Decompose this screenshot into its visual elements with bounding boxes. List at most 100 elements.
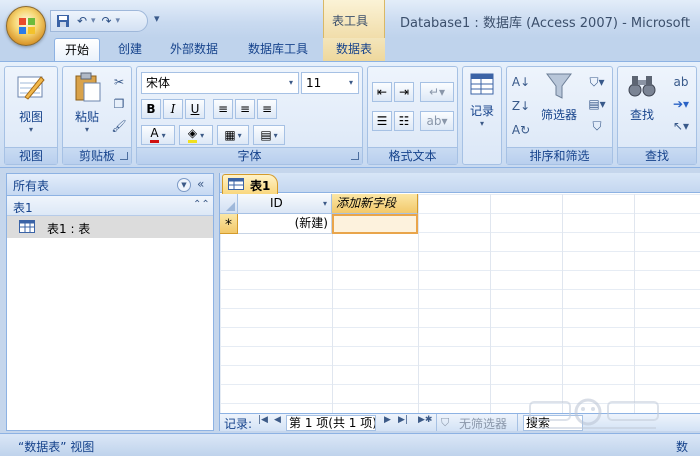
italic-button[interactable]: I [163,99,183,119]
save-icon[interactable] [55,13,71,29]
first-record-icon[interactable]: |◀ [258,415,268,425]
records-button[interactable]: 记录 ▾ [465,71,499,128]
nav-pane-header[interactable]: 所有表 ▼ « [7,174,213,196]
font-color-button[interactable]: A ▾ [141,125,175,145]
font-size-dropdown-icon[interactable]: ▾ [344,73,358,93]
ribbon: 视图 ▾ 视图 粘贴 ▾ ✂ ❐ 🖌 剪贴板 宋体 ▾ 11 ▾ B I U ≡… [0,61,700,168]
find-button[interactable]: 查找 [622,71,662,123]
goto-icon[interactable]: ➔▾ [670,95,692,113]
bold-button[interactable]: B [141,99,161,119]
navigation-pane: 所有表 ▼ « 表1 ⌃⌃ 表1 : 表 [6,173,214,431]
tab-create[interactable]: 创建 [108,38,152,62]
record-navigator-label: 记录: [224,417,253,431]
group-views: 视图 ▾ 视图 [4,66,58,165]
numbering-icon[interactable]: ☷ [394,111,414,131]
view-button-label: 视图 [18,110,43,124]
filter-indicator-label: 无筛选器 [459,417,508,431]
column-header-id[interactable]: ID ▾ [238,194,332,214]
select-icon[interactable]: ↖▾ [670,117,692,135]
format-painter-icon[interactable]: 🖌 [110,117,128,135]
filter-indicator[interactable]: ⛉ 无筛选器 [436,414,518,431]
redo-dropdown-icon[interactable]: ▾ [116,16,121,26]
binoculars-icon [628,76,656,97]
copy-icon[interactable]: ❐ [110,95,128,113]
grid-line [490,194,491,413]
office-logo-icon [19,18,35,34]
last-record-icon[interactable]: ▶| [398,415,408,425]
previous-record-icon[interactable]: ◀ [274,415,281,425]
status-view-label: “数据表” 视图 [18,440,95,454]
highlight-icon[interactable]: ab▾ [420,111,454,131]
toggle-filter-icon[interactable]: ⛉ [585,117,609,135]
group-sort-filter: A↓ Z↓ A↻ 筛选器 ⛉▾ ▤▾ ⛉ 排序和筛选 [506,66,613,165]
sort-descending-icon[interactable]: Z↓ [511,97,531,115]
clipboard-launcher-icon[interactable] [120,152,128,160]
bullets-icon[interactable]: ☰ [372,111,392,131]
nav-group-header[interactable]: 表1 ⌃⌃ [7,196,213,216]
font-size-combo[interactable]: 11 ▾ [301,72,359,94]
replace-icon[interactable]: ab [670,73,692,91]
tab-external-data[interactable]: 外部数据 [160,38,228,62]
next-record-icon[interactable]: ▶ [384,415,391,425]
decrease-indent-icon[interactable]: ⇤ [372,82,392,102]
tab-home[interactable]: 开始 [54,38,100,62]
increase-indent-icon[interactable]: ⇥ [394,82,414,102]
alt-fill-button[interactable]: ▤ ▾ [253,125,285,145]
font-size-value: 11 [306,76,322,90]
font-name-value: 宋体 [146,76,171,90]
gridlines-button[interactable]: ▦ ▾ [217,125,249,145]
nav-pane-menu-icon[interactable]: ▼ [177,178,191,192]
tab-database-tools[interactable]: 数据库工具 [238,38,318,62]
font-name-dropdown-icon[interactable]: ▾ [284,73,298,93]
group-font-label: 字体 [137,147,362,164]
align-center-icon[interactable]: ≡ [235,99,255,119]
filter-icon [546,73,572,99]
column-dropdown-icon[interactable]: ▾ [323,194,327,213]
undo-dropdown-icon[interactable]: ▾ [91,16,96,26]
select-all-corner[interactable] [220,194,238,214]
clear-sort-icon[interactable]: A↻ [511,121,531,139]
column-header-id-label: ID [270,196,283,210]
font-color-icon: A [150,127,159,143]
nav-pane-collapse-icon[interactable]: « [197,177,204,191]
text-direction-icon[interactable]: ↵▾ [420,82,454,102]
paste-button[interactable]: 粘贴 ▾ [67,71,107,134]
document-tab-label: 表1 [250,179,271,193]
ribbon-tabs: 开始 创建 外部数据 数据库工具 数据表 [0,38,700,62]
view-button[interactable]: 视图 ▾ [11,71,51,134]
font-name-combo[interactable]: 宋体 ▾ [141,72,299,94]
nav-group-collapse-icon[interactable]: ⌃⌃ [193,199,210,210]
align-left-icon[interactable]: ≡ [213,99,233,119]
grid-line [634,194,635,413]
new-row-selector[interactable]: * [220,214,238,234]
datasheet-grid[interactable]: ID ▾ 添加新字段 * (新建) [220,194,700,413]
new-row-id-cell[interactable]: (新建) [238,214,332,234]
search-input[interactable]: 搜索 [523,415,583,431]
cut-icon[interactable]: ✂ [110,73,128,91]
advanced-filter-icon[interactable]: ▤▾ [585,95,609,113]
undo-icon[interactable]: ↶ [74,13,90,29]
new-record-icon[interactable]: ▶✱ [418,415,432,425]
current-record-field[interactable]: 第 1 项(共 1 项) [286,415,376,431]
title-bar: ↶ ▾ ↷ ▾ ▾ 表工具 Database1 : 数据库 (Access 20… [0,0,700,46]
records-button-label: 记录 [469,104,494,118]
group-rich-text-label: 格式文本 [368,147,457,164]
font-launcher-icon[interactable] [351,152,359,160]
document-tab-table1[interactable]: 表1 [222,174,278,194]
filter-button[interactable]: 筛选器 [537,71,581,123]
tab-datasheet[interactable]: 数据表 [323,38,385,62]
column-header-add-field[interactable]: 添加新字段 [332,194,418,214]
selection-filter-icon[interactable]: ⛉▾ [585,73,609,91]
nav-item-table1[interactable]: 表1 : 表 [7,216,213,238]
window-title: Database1 : 数据库 (Access 2007) - Microsof… [400,16,691,31]
redo-icon[interactable]: ↷ [99,13,115,29]
fill-color-button[interactable]: ◈ ▾ [179,125,213,145]
align-right-icon[interactable]: ≡ [257,99,277,119]
customize-qat-icon[interactable]: ▾ [154,12,160,25]
underline-button[interactable]: U [185,99,205,119]
office-button[interactable] [6,6,46,46]
fill-color-icon: ◈ [187,127,198,143]
new-row-add-field-cell[interactable] [332,214,418,234]
group-find: 查找 ab ➔▾ ↖▾ 查找 [617,66,697,165]
sort-ascending-icon[interactable]: A↓ [511,73,531,91]
